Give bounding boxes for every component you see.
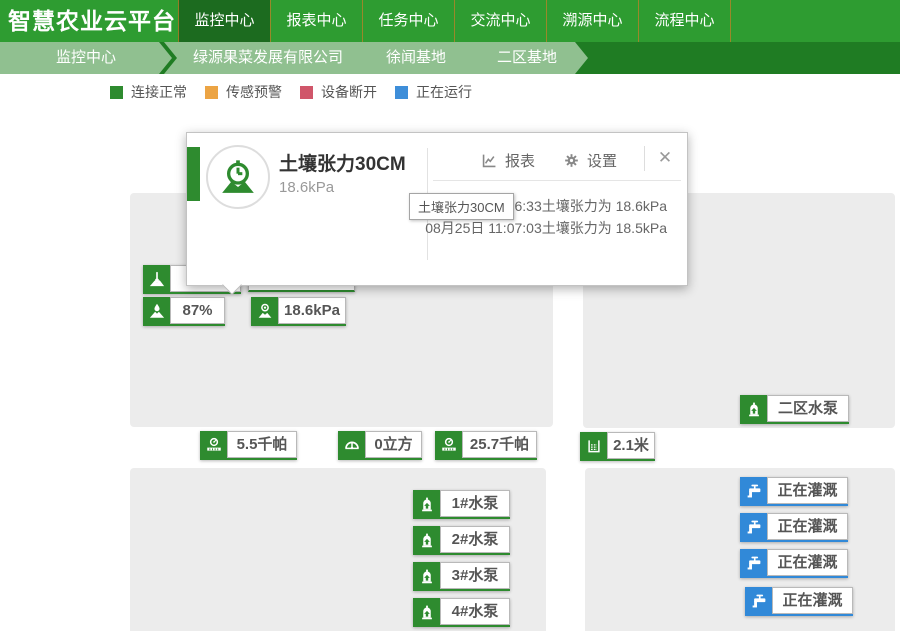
pressure-gauge-icon [200, 431, 227, 458]
nav-task-center[interactable]: 任务中心 [362, 0, 454, 42]
legend-warning-swatch [205, 86, 218, 99]
sensor-tooltip: 土壤张力30CM [409, 193, 514, 220]
pump4-label[interactable]: 4#水泵 [413, 598, 510, 627]
pump-icon [740, 395, 767, 422]
faucet-icon [740, 549, 767, 576]
report-button[interactable]: 报表 [480, 150, 535, 171]
breadcrumb-company[interactable]: 绿源果菜发展有限公司 [164, 42, 366, 74]
irrigating-label-2[interactable]: 正在灌溉 [740, 513, 848, 542]
breadcrumb-xuwen-base[interactable]: 徐闻基地 [352, 42, 474, 74]
pump-icon [413, 598, 440, 625]
app-logo: 智慧农业云平台 [8, 0, 176, 42]
soil-tension-gauge-icon [218, 157, 258, 197]
breadcrumb-monitoring[interactable]: 监控中心 [0, 42, 172, 74]
monitoring-page: 智慧农业云平台 监控中心 报表中心 任务中心 交流中心 溯源中心 流程中心 监控… [0, 0, 900, 631]
popup-accent-bar [187, 147, 200, 201]
legend-running: 正在运行 [395, 82, 472, 102]
sensor-avatar [206, 145, 270, 209]
pump-icon [413, 562, 440, 589]
legend-connected: 连接正常 [110, 82, 187, 102]
nav-traceability-center[interactable]: 溯源中心 [546, 0, 638, 42]
faucet-icon [740, 477, 767, 504]
pump3-label[interactable]: 3#水泵 [413, 562, 510, 591]
pump2-label[interactable]: 2#水泵 [413, 526, 510, 555]
pipe-pressure-label-2[interactable]: 25.7千帕 [435, 431, 537, 460]
nav-report-center[interactable]: 报表中心 [270, 0, 362, 42]
soil-tension-icon [251, 297, 278, 324]
gear-icon [562, 151, 581, 170]
popup-header-divider [433, 180, 681, 181]
legend-running-swatch [395, 86, 408, 99]
chart-icon [480, 151, 499, 170]
faucet-icon [745, 587, 772, 614]
close-icon[interactable]: ✕ [653, 146, 677, 170]
soil-moisture-icon [143, 297, 170, 324]
main-nav: 监控中心 报表中心 任务中心 交流中心 溯源中心 流程中心 [178, 0, 731, 42]
flow-meter-icon [338, 431, 365, 458]
pressure-gauge-icon [435, 431, 462, 458]
breadcrumb-zone2-base[interactable]: 二区基地 [460, 42, 588, 74]
popup-current-value: 18.6kPa [279, 179, 334, 196]
soil-tension-label[interactable]: 18.6kPa [251, 297, 346, 326]
soil-moisture-label[interactable]: 87% [143, 297, 225, 326]
zone2-pump-label[interactable]: 二区水泵 [740, 395, 849, 424]
legend-offline-swatch [300, 86, 313, 99]
water-level-label[interactable]: 2.1米 [580, 432, 655, 461]
pump1-label[interactable]: 1#水泵 [413, 490, 510, 519]
popup-header-separator [644, 146, 645, 171]
pipe-pressure-label-1[interactable]: 5.5千帕 [200, 431, 297, 460]
legend-device-offline: 设备断开 [300, 82, 377, 102]
faucet-icon [740, 513, 767, 540]
nav-monitoring-center[interactable]: 监控中心 [178, 0, 270, 42]
water-level-icon [580, 432, 607, 459]
top-navbar: 智慧农业云平台 监控中心 报表中心 任务中心 交流中心 溯源中心 流程中心 [0, 0, 900, 42]
breadcrumb: 监控中心 绿源果菜发展有限公司 徐闻基地 二区基地 [0, 42, 900, 74]
irrigating-label-4[interactable]: 正在灌溉 [745, 587, 853, 616]
popup-title: 土壤张力30CM [279, 149, 406, 176]
sensor-popup: 土壤张力30CM 18.6kPa 报表 设置 ✕ 08月25日 11:36:33… [186, 132, 688, 286]
pump-icon [413, 490, 440, 517]
nav-communication-center[interactable]: 交流中心 [454, 0, 546, 42]
settings-button[interactable]: 设置 [562, 150, 617, 171]
pump-icon [413, 526, 440, 553]
history-line-2: 08月25日 11:07:03土壤张力为 18.5kPa [425, 218, 667, 238]
flow-meter-label[interactable]: 0立方 [338, 431, 422, 460]
legend-connected-swatch [110, 86, 123, 99]
soil-temperature-icon [143, 265, 170, 292]
irrigating-label-1[interactable]: 正在灌溉 [740, 477, 848, 506]
status-legend: 连接正常 传感预警 设备断开 正在运行 [110, 82, 472, 102]
legend-sensor-warning: 传感预警 [205, 82, 282, 102]
nav-process-center[interactable]: 流程中心 [638, 0, 731, 42]
irrigating-label-3[interactable]: 正在灌溉 [740, 549, 848, 578]
